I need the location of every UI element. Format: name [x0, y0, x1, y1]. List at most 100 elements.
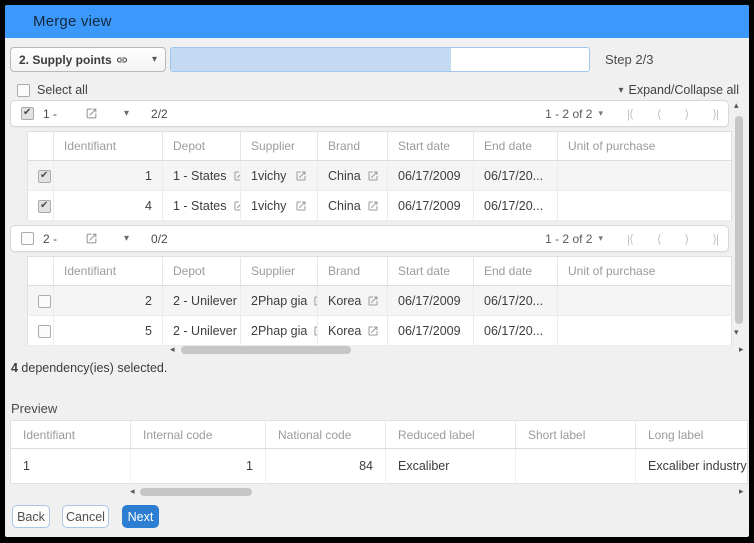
cell-depot: 2 - Unilever: [173, 293, 237, 308]
cell-identifiant: 1: [10, 448, 131, 484]
column-header: Depot: [162, 256, 241, 286]
merge-view-dialog: Merge view 2. Supply points ▾ Step 2/3 S…: [5, 5, 749, 537]
column-header: End date: [473, 131, 558, 161]
cell-end-date: 06/17/20...: [473, 160, 558, 191]
column-header: Brand: [317, 256, 388, 286]
row-checkbox[interactable]: [38, 169, 51, 183]
external-link-icon[interactable]: [313, 325, 317, 337]
group-2-collapse-caret[interactable]: ▾: [124, 233, 129, 244]
preview-section-label: Preview: [11, 401, 58, 416]
column-header: Short label: [515, 420, 636, 449]
cell-unit-of-purchase: [557, 315, 732, 346]
external-link-icon[interactable]: [367, 295, 379, 307]
group-1-selected-count: 2/2: [151, 106, 168, 121]
horizontal-scrollbar-thumb[interactable]: [140, 488, 252, 496]
next-page-icon[interactable]: ⟩: [685, 232, 690, 246]
external-link-icon[interactable]: [295, 200, 307, 212]
dependencies-selected-status: 4 dependency(ies) selected.: [11, 361, 167, 375]
first-page-icon[interactable]: |⟨: [627, 107, 634, 121]
external-link-icon[interactable]: [367, 170, 379, 182]
table-header-row: Identifiant Depot Supplier Brand Start d…: [27, 131, 732, 161]
column-header: Unit of purchase: [557, 256, 732, 286]
cell-start-date: 06/17/2009: [387, 315, 474, 346]
tables-horizontal-scrollbar: ◂ ▸: [5, 344, 749, 356]
group-1-collapse-caret[interactable]: ▾: [124, 108, 129, 119]
cell-identifiant: 2: [53, 285, 163, 316]
cell-identifiant: 5: [53, 315, 163, 346]
cell-unit-of-purchase: [557, 190, 732, 221]
prev-page-icon[interactable]: ⟨: [657, 107, 662, 121]
external-link-icon[interactable]: [313, 295, 317, 307]
cell-depot: 2 - Unilever: [173, 323, 237, 338]
last-page-icon[interactable]: ⟩|: [712, 107, 719, 121]
external-link-icon[interactable]: [233, 200, 241, 212]
tables-vertical-scrollbar: ▴ ▾: [732, 100, 746, 352]
cell-internal-code: 1: [130, 448, 266, 484]
back-button[interactable]: Back: [12, 505, 50, 528]
scroll-left-icon[interactable]: ◂: [130, 486, 135, 497]
entity-step-dropdown[interactable]: 2. Supply points ▾: [10, 47, 166, 72]
external-link-icon[interactable]: [367, 200, 379, 212]
preview-row: 1 1 84 Excaliber Excaliber industry: [10, 448, 748, 484]
cell-depot: 1 - States: [173, 168, 227, 183]
cell-supplier: 2Phap gia: [251, 323, 308, 338]
cell-end-date: 06/17/20...: [473, 190, 558, 221]
select-all-label[interactable]: Select all: [37, 83, 88, 97]
column-header: Supplier: [240, 256, 318, 286]
last-page-icon[interactable]: ⟩|: [712, 232, 719, 246]
group-2-table: Identifiant Depot Supplier Brand Start d…: [27, 256, 732, 346]
cell-depot: 1 - States: [173, 198, 227, 213]
external-link-icon[interactable]: [85, 232, 98, 245]
external-link-icon[interactable]: [85, 107, 98, 120]
scroll-up-icon[interactable]: ▴: [734, 100, 739, 111]
cancel-button[interactable]: Cancel: [62, 505, 109, 528]
column-header: Unit of purchase: [557, 131, 732, 161]
column-header: Identifiant: [10, 420, 131, 449]
column-header: National code: [265, 420, 386, 449]
group-1-pagination-range: 1 - 2 of 2: [545, 106, 593, 121]
column-header: Identifiant: [53, 131, 163, 161]
column-header: Depot: [162, 131, 241, 161]
cell-start-date: 06/17/2009: [387, 160, 474, 191]
external-link-icon[interactable]: [367, 325, 379, 337]
group-2-selected-count: 0/2: [151, 231, 168, 246]
preview-header-row: Identifiant Internal code National code …: [10, 420, 748, 449]
row-checkbox[interactable]: [38, 199, 51, 213]
column-header: Supplier: [240, 131, 318, 161]
expand-collapse-all[interactable]: ▾ Expand/Collapse all: [618, 83, 739, 97]
preview-table: Identifiant Internal code National code …: [10, 420, 748, 484]
scroll-right-icon[interactable]: ▸: [739, 486, 744, 497]
horizontal-scrollbar-thumb[interactable]: [181, 346, 351, 354]
page-size-caret-icon[interactable]: ▾: [598, 108, 603, 119]
column-header: Long label: [635, 420, 748, 449]
scroll-left-icon[interactable]: ◂: [170, 344, 175, 355]
page-size-caret-icon[interactable]: ▾: [598, 233, 603, 244]
external-link-icon[interactable]: [295, 170, 307, 182]
cell-unit-of-purchase: [557, 160, 732, 191]
next-button[interactable]: Next: [122, 505, 159, 528]
dialog-titlebar: Merge view: [5, 5, 749, 38]
next-page-icon[interactable]: ⟩: [685, 107, 690, 121]
cell-end-date: 06/17/20...: [473, 315, 558, 346]
first-page-icon[interactable]: |⟨: [627, 232, 634, 246]
row-checkbox[interactable]: [38, 324, 51, 338]
cell-short-label: [515, 448, 636, 484]
cell-identifiant: 1: [53, 160, 163, 191]
entity-step-dropdown-label: 2. Supply points: [19, 52, 112, 67]
prev-page-icon[interactable]: ⟨: [657, 232, 662, 246]
external-link-icon[interactable]: [233, 170, 241, 182]
vertical-scrollbar-thumb[interactable]: [735, 116, 743, 324]
step-indicator: Step 2/3: [605, 52, 654, 67]
group-2-checkbox[interactable]: [21, 232, 34, 245]
row-checkbox[interactable]: [38, 294, 51, 308]
column-header: Start date: [387, 131, 474, 161]
scroll-down-icon[interactable]: ▾: [734, 327, 739, 338]
select-all-checkbox[interactable]: [17, 83, 30, 97]
cell-start-date: 06/17/2009: [387, 190, 474, 221]
column-header: End date: [473, 256, 558, 286]
preview-horizontal-scrollbar: ◂ ▸: [5, 486, 749, 498]
cell-brand: Korea: [328, 293, 362, 308]
chevron-down-icon: ▾: [618, 84, 624, 96]
group-1-checkbox[interactable]: [21, 107, 34, 120]
cell-supplier: 2Phap gia: [251, 293, 308, 308]
